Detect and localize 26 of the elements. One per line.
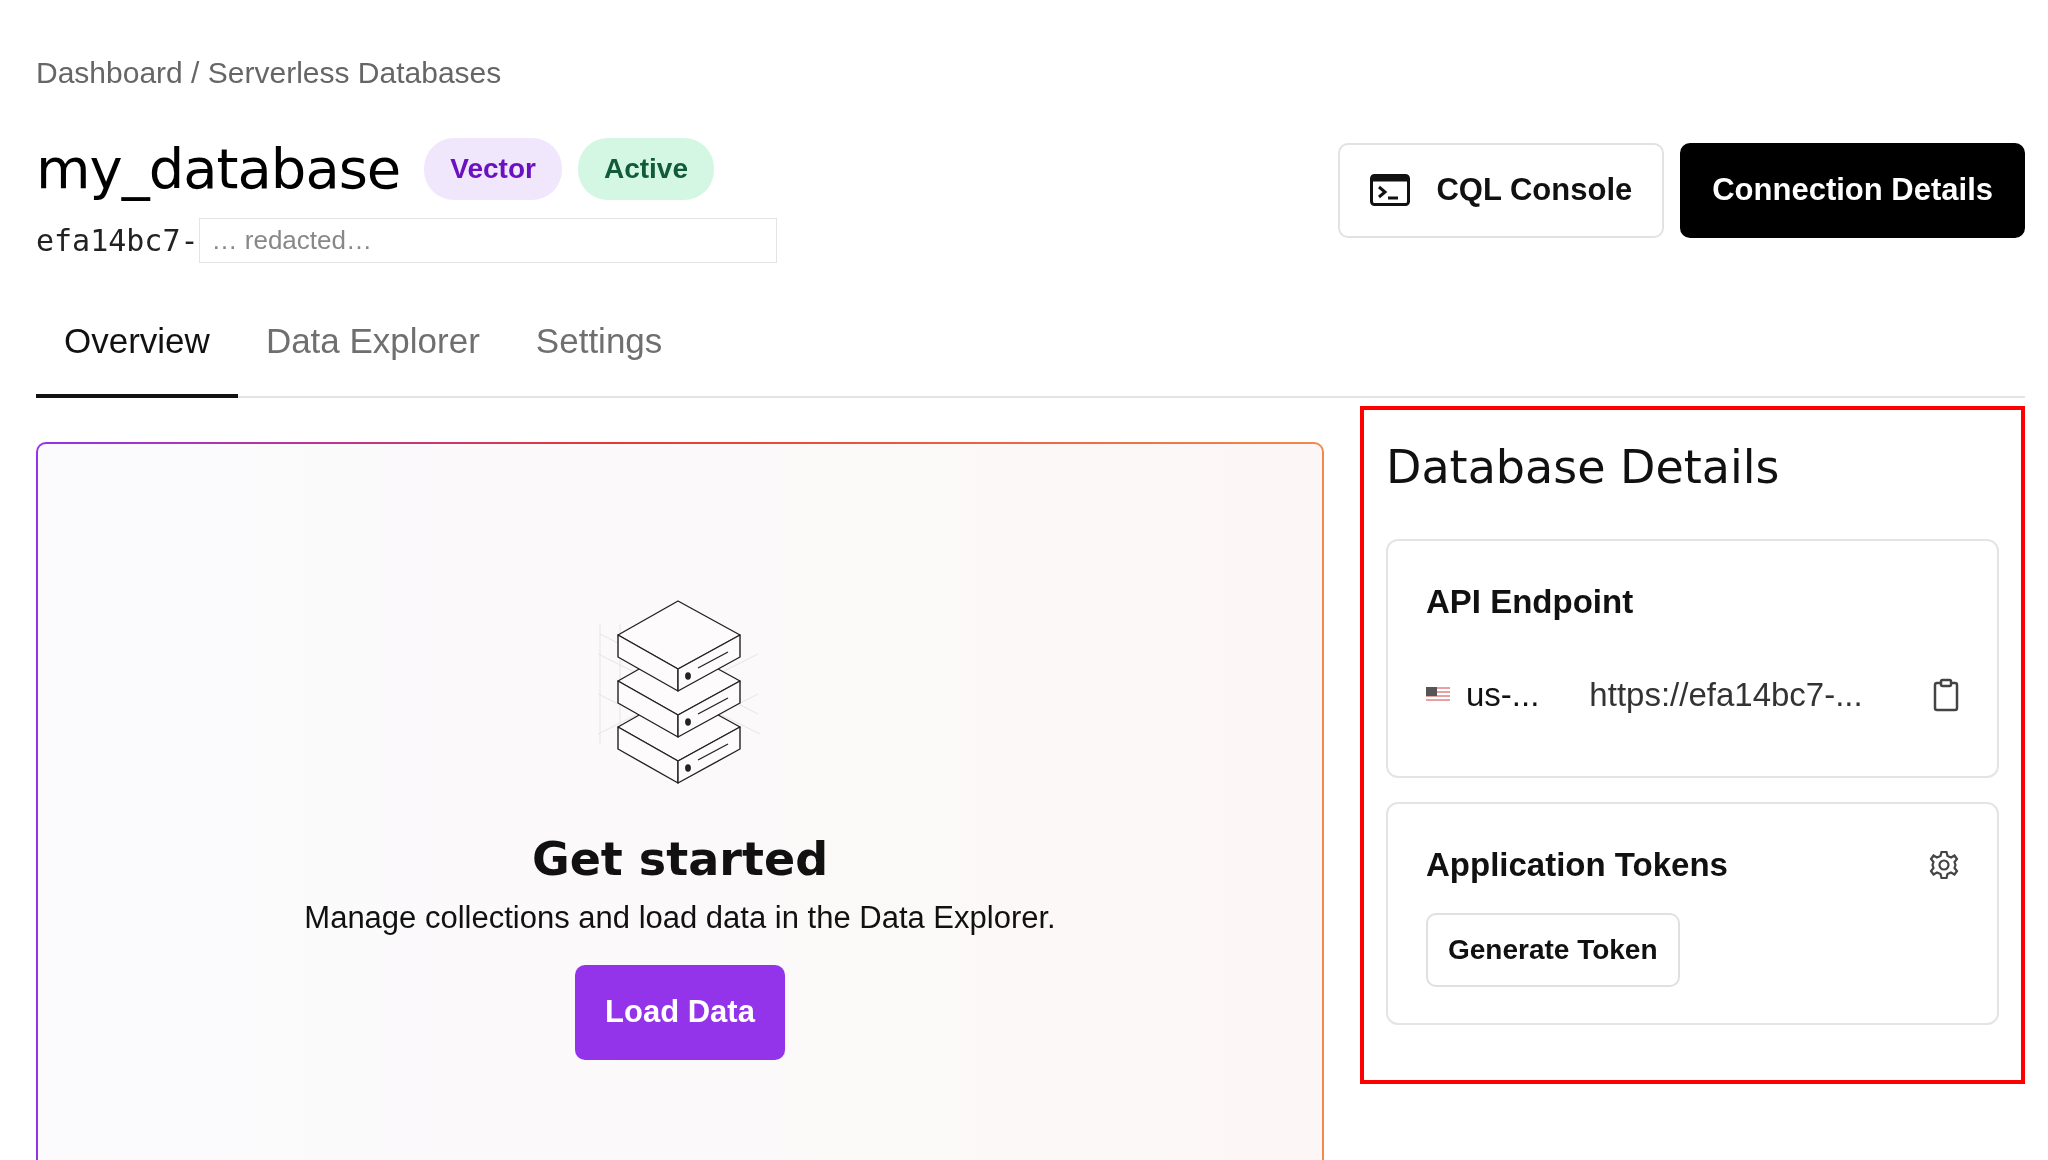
get-started-text: Manage collections and load data in the Data Explorer. [304,898,1056,937]
clipboard-icon[interactable] [1933,678,1959,713]
get-started-title: Get started [531,831,829,887]
cql-console-button[interactable]: CQL Console [1338,143,1665,238]
database-id: efa14bc7- [36,222,199,261]
terminal-icon [1370,174,1411,207]
card-title: API Endpoint [1426,581,1635,622]
load-data-button[interactable]: Load Data [575,965,785,1060]
card-title: Application Tokens [1426,844,1728,885]
status-badge: Active [577,137,714,200]
breadcrumb-current: Serverless Databases [207,56,502,89]
tab[interactable]: Settings [507,315,691,398]
generate-token-button[interactable]: Generate Token [1426,913,1680,988]
endpoint-url: https://efa14bc7-... [1589,675,1863,716]
details-title: Database Details [1386,439,1781,495]
database-title: my_database [36,135,401,203]
type-badge: Vector [424,137,562,200]
connection-details-button[interactable]: Connection Details [1680,143,2025,238]
tab[interactable]: Overview [36,315,238,398]
breadcrumb-separator: / [191,56,200,89]
breadcrumb-link[interactable]: Dashboard [36,56,183,89]
settings-icon[interactable] [1929,849,1959,880]
redacted-field: … redacted… [198,218,777,264]
region-label: us-... [1466,675,1540,716]
tab[interactable]: Data Explorer [237,315,508,398]
flag-icon [1426,687,1450,704]
